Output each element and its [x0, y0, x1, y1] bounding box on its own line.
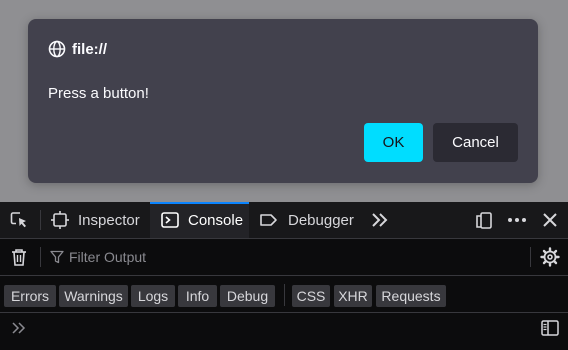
devtools-panel: Inspector Console Debugger Filter Output…: [0, 202, 568, 350]
dialog-message: Press a button!: [48, 85, 149, 102]
console-input-line[interactable]: [0, 313, 568, 350]
more-options-icon[interactable]: [504, 202, 530, 238]
filter-requests[interactable]: Requests: [376, 285, 446, 307]
console-filter-bar: Filter Output: [0, 239, 568, 276]
close-icon[interactable]: [538, 202, 562, 238]
prompt-chevron-icon: [8, 313, 30, 343]
filter-divider: [40, 247, 41, 267]
dock-side-icon[interactable]: [472, 202, 496, 238]
filter-placeholder: Filter Output: [69, 249, 147, 265]
filter-logs[interactable]: Logs: [131, 285, 175, 307]
log-level-filters: Errors Warnings Logs Info Debug CSS XHR …: [0, 276, 568, 313]
console-icon: [160, 210, 180, 230]
filter-css[interactable]: CSS: [292, 285, 330, 307]
dialog-header: file://: [48, 39, 107, 59]
sidebar-toggle-icon[interactable]: [538, 313, 562, 343]
filter-funnel-icon: [50, 250, 64, 264]
inspector-icon: [50, 210, 70, 230]
filter-output-input[interactable]: Filter Output: [50, 239, 520, 275]
element-picker-icon[interactable]: [6, 202, 32, 238]
prompt-dialog: file:// Press a button! OK Cancel: [28, 19, 538, 183]
dialog-origin: file://: [72, 40, 108, 58]
trash-icon[interactable]: [6, 239, 32, 275]
cancel-button[interactable]: Cancel: [433, 123, 518, 162]
devtools-toolbar: Inspector Console Debugger: [0, 202, 568, 239]
filter-warnings[interactable]: Warnings: [59, 285, 128, 307]
tab-label: Debugger: [288, 211, 354, 229]
tab-debugger[interactable]: Debugger: [252, 202, 362, 238]
filter-info[interactable]: Info: [178, 285, 217, 307]
more-tools-chevron-icon[interactable]: [368, 202, 392, 238]
ok-button[interactable]: OK: [364, 123, 423, 162]
toolbar-divider: [40, 210, 41, 230]
tab-label: Inspector: [78, 211, 140, 229]
tab-inspector[interactable]: Inspector: [48, 202, 148, 238]
tab-console[interactable]: Console: [150, 202, 249, 238]
filter-errors[interactable]: Errors: [4, 285, 56, 307]
debugger-icon: [258, 210, 280, 230]
gear-icon[interactable]: [538, 239, 562, 275]
filter-debug[interactable]: Debug: [220, 285, 275, 307]
globe-icon: [48, 40, 66, 58]
filter-xhr[interactable]: XHR: [334, 285, 372, 307]
chip-divider: [284, 284, 285, 306]
settings-divider: [530, 247, 531, 267]
page-content-area: file:// Press a button! OK Cancel: [0, 0, 568, 202]
tab-label: Console: [188, 211, 244, 229]
